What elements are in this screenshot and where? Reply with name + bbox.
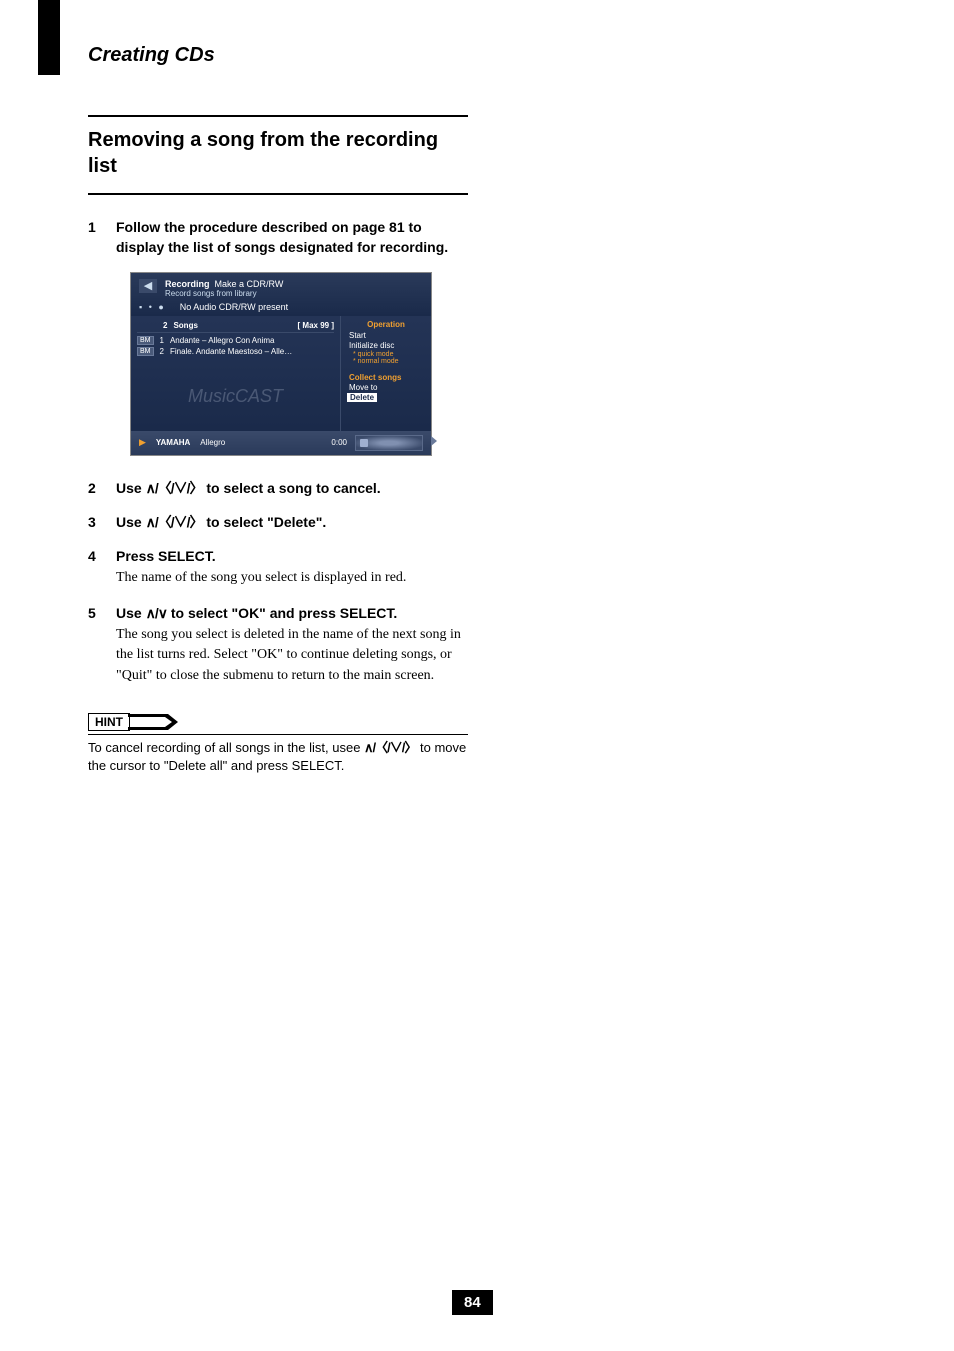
hint-text: To cancel recording of all songs in the … bbox=[88, 734, 468, 775]
page-number: 84 bbox=[452, 1290, 493, 1315]
chapter-side-tab bbox=[38, 0, 60, 75]
footer-thumbnail bbox=[355, 435, 423, 451]
step-item: 2 Use ∧/〈/∨/〉 to select a song to cancel… bbox=[88, 478, 468, 498]
ui-header: ◀ Recording Make a CDR/RW Record songs f… bbox=[131, 273, 431, 316]
ui-status: No Audio CDR/RW present bbox=[180, 302, 288, 312]
hint-label: HINT bbox=[88, 713, 130, 731]
ui-song-list: 2 Songs [ Max 99 ] BM 1 Andante – Allegr… bbox=[131, 316, 341, 431]
op-item-normal: * normal mode bbox=[347, 358, 425, 365]
list-count: 2 bbox=[163, 321, 167, 330]
footer-time: 0:00 bbox=[331, 438, 347, 447]
hint-block: HINT To cancel recording of all songs in… bbox=[88, 712, 468, 775]
row-text: Andante – Allegro Con Anima bbox=[170, 336, 275, 345]
list-item: BM 1 Andante – Allegro Con Anima bbox=[137, 335, 334, 346]
step-item: 5 Use ∧/∨ to select "OK" and press SELEC… bbox=[88, 603, 468, 686]
hint-tail-icon bbox=[128, 712, 178, 732]
back-icon: ◀ bbox=[139, 279, 157, 293]
row-num: 2 bbox=[160, 347, 164, 356]
ui-footer: ▶ YAMAHA Allegro 0:00 bbox=[131, 431, 431, 455]
op-item-quick: * quick mode bbox=[347, 351, 425, 358]
device-screenshot: ◀ Recording Make a CDR/RW Record songs f… bbox=[130, 272, 432, 456]
step-head: Use ∧/∨ to select "OK" and press SELECT. bbox=[116, 603, 468, 623]
arrow-icons: ∧/〈/∨/〉 bbox=[364, 740, 416, 755]
list-max: [ Max 99 ] bbox=[298, 321, 334, 330]
steps-list: 2 Use ∧/〈/∨/〉 to select a song to cancel… bbox=[88, 478, 468, 686]
list-item: BM 2 Finale. Andante Maestoso – Alle… bbox=[137, 346, 334, 357]
step-item: 1 Follow the procedure described on page… bbox=[88, 217, 468, 258]
op-item-collect: Collect songs bbox=[347, 373, 425, 382]
watermark: MusicCAST bbox=[131, 386, 340, 407]
bookmark-badge: BM bbox=[137, 336, 154, 345]
divider bbox=[88, 193, 468, 195]
row-num: 1 bbox=[160, 336, 164, 345]
status-dots-icon: ▪ • ● bbox=[139, 302, 166, 312]
step-sub: The song you select is deleted in the na… bbox=[116, 625, 468, 686]
step-number: 5 bbox=[88, 603, 102, 686]
footer-brand: YAMAHA bbox=[156, 438, 190, 447]
ui-title-label: Recording bbox=[165, 279, 210, 289]
divider bbox=[88, 115, 468, 117]
bookmark-badge: BM bbox=[137, 347, 154, 356]
steps-list: 1 Follow the procedure described on page… bbox=[88, 217, 468, 258]
chapter-title: Creating CDs bbox=[88, 44, 468, 67]
row-text: Finale. Andante Maestoso – Alle… bbox=[170, 347, 292, 356]
step-number: 4 bbox=[88, 546, 102, 589]
page-content: Creating CDs Removing a song from the re… bbox=[88, 44, 468, 775]
arrow-icons: ∧/〈/∨/〉 bbox=[146, 480, 203, 496]
op-item-delete: Delete bbox=[347, 393, 377, 402]
step-sub: The name of the song you select is displ… bbox=[116, 568, 468, 588]
scroll-arrow-icon bbox=[431, 436, 437, 446]
footer-track: Allegro bbox=[200, 438, 225, 447]
list-count-label: Songs bbox=[173, 321, 197, 330]
step-head: Follow the procedure described on page 8… bbox=[116, 217, 468, 258]
ui-subtitle: Record songs from library bbox=[165, 289, 283, 298]
arrow-icons: ∧/〈/∨/〉 bbox=[146, 514, 203, 530]
ui-title-main: Make a CDR/RW bbox=[215, 279, 284, 289]
play-icon: ▶ bbox=[139, 437, 146, 448]
op-item-move: Move to bbox=[347, 383, 425, 392]
op-item-start: Start bbox=[347, 331, 425, 340]
step-head: Use ∧/〈/∨/〉 to select "Delete". bbox=[116, 512, 468, 532]
step-head: Use ∧/〈/∨/〉 to select a song to cancel. bbox=[116, 478, 468, 498]
step-item: 3 Use ∧/〈/∨/〉 to select "Delete". bbox=[88, 512, 468, 532]
step-head: Press SELECT. bbox=[116, 546, 468, 566]
section-title: Removing a song from the recording list bbox=[88, 127, 468, 179]
step-item: 4 Press SELECT. The name of the song you… bbox=[88, 546, 468, 589]
ui-operation-panel: Operation Start Initialize disc * quick … bbox=[341, 316, 431, 431]
step-number: 2 bbox=[88, 478, 102, 498]
op-header: Operation bbox=[347, 320, 425, 329]
step-number: 3 bbox=[88, 512, 102, 532]
arrow-icons: ∧/∨ bbox=[146, 605, 167, 621]
step-number: 1 bbox=[88, 217, 102, 258]
op-item-initialize: Initialize disc bbox=[347, 341, 425, 350]
